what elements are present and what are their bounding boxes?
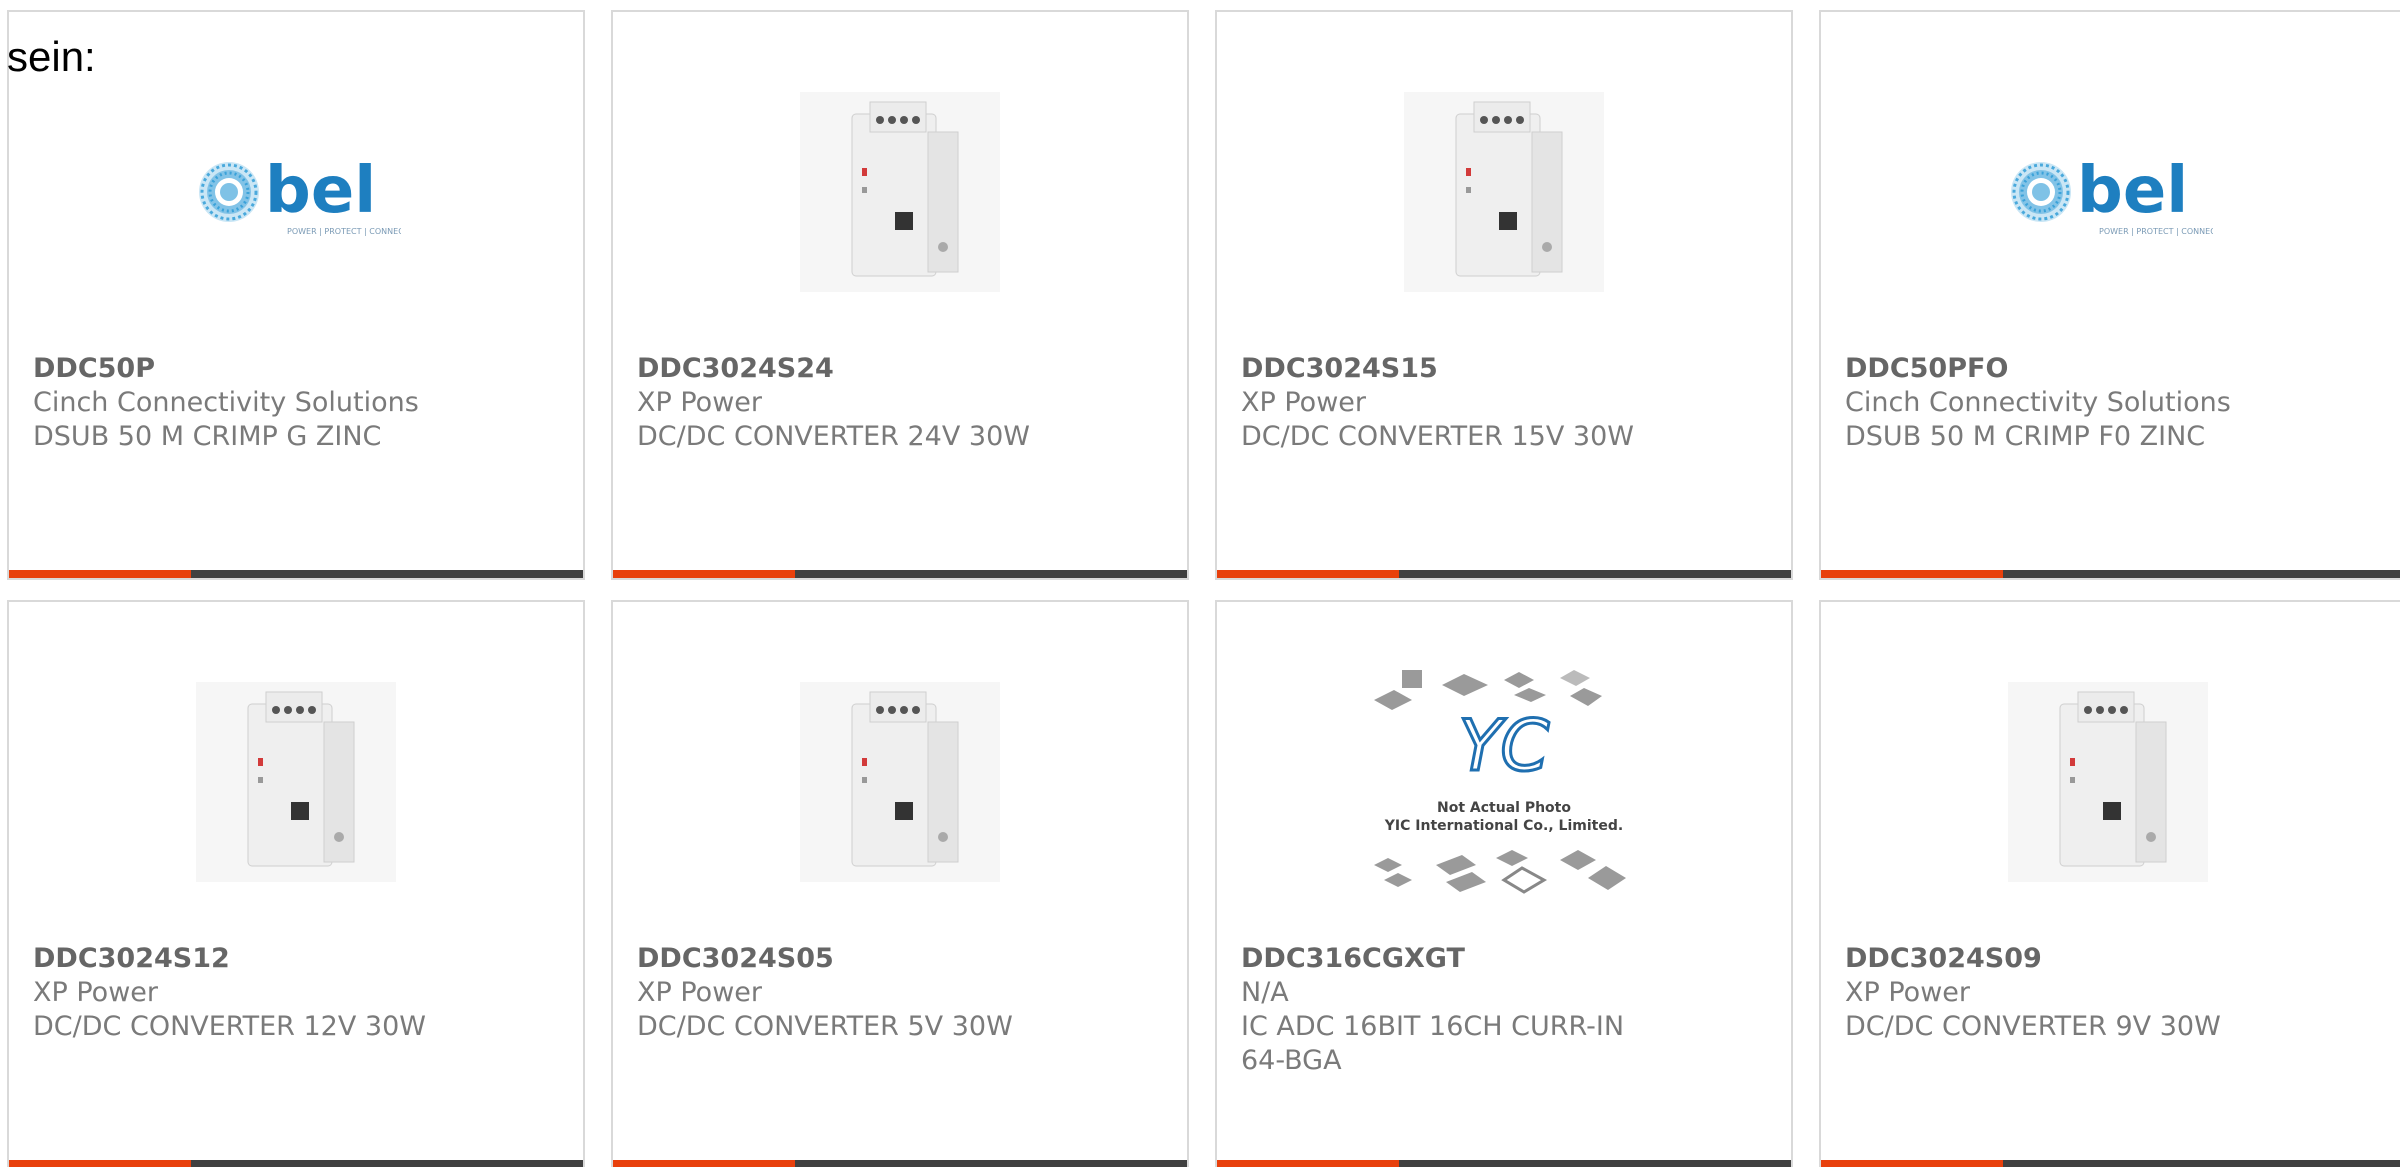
product-image: YC Not Actual Photo YIC International Co…	[1217, 654, 1791, 916]
din-rail-module-icon	[2008, 682, 2208, 882]
product-info: DDC50P Cinch Connectivity Solutions DSUB…	[33, 352, 443, 454]
product-card[interactable]: DDC3024S15 XP Power DC/DC CONVERTER 15V …	[1215, 10, 1793, 580]
product-info: DDC3024S09 XP Power DC/DC CONVERTER 9V 3…	[1845, 942, 2267, 1044]
description: IC ADC 16BIT 16CH CURR-IN 64-BGA	[1241, 1011, 1625, 1076]
din-rail-module-icon	[800, 92, 1000, 292]
description: DC/DC CONVERTER 24V 30W	[637, 421, 1030, 452]
product-card[interactable]: DDC3024S12 XP Power DC/DC CONVERTER 12V …	[7, 600, 585, 1167]
product-card[interactable]: bel POWER | PROTECT | CONNECT DDC50P Cin…	[7, 10, 585, 580]
product-info: DDC3024S05 XP Power DC/DC CONVERTER 5V 3…	[637, 942, 1047, 1044]
card-footer-bar	[1821, 1160, 2400, 1167]
svg-text:YC: YC	[1459, 705, 1550, 787]
product-image	[9, 662, 583, 902]
product-image	[613, 662, 1187, 902]
bel-logo-icon: bel POWER | PROTECT | CONNECT	[199, 154, 401, 236]
card-footer-bar	[9, 570, 583, 578]
description: DC/DC CONVERTER 12V 30W	[33, 1011, 426, 1042]
manufacturer: Cinch Connectivity Solutions	[1845, 387, 2231, 418]
svg-text:bel: bel	[265, 154, 376, 228]
description: DC/DC CONVERTER 9V 30W	[1845, 1011, 2221, 1042]
chip-placeholder-icon: YC Not Actual Photo YIC International Co…	[1374, 670, 1626, 894]
card-footer-bar	[1217, 1160, 1791, 1167]
product-info: DDC3024S12 XP Power DC/DC CONVERTER 12V …	[33, 942, 443, 1044]
part-number[interactable]: DDC3024S15	[1241, 352, 1651, 386]
product-image: bel POWER | PROTECT | CONNECT	[9, 72, 583, 312]
product-card[interactable]: bel POWER | PROTECT | CONNECT DDC50PFO C…	[1819, 10, 2400, 580]
part-number[interactable]: DDC50P	[33, 352, 443, 386]
product-info: DDC3024S15 XP Power DC/DC CONVERTER 15V …	[1241, 352, 1651, 454]
svg-text:bel: bel	[2077, 154, 2188, 228]
product-image	[613, 72, 1187, 312]
product-info: DDC316CGXGT N/A IC ADC 16BIT 16CH CURR-I…	[1241, 942, 1651, 1078]
card-footer-bar	[1217, 570, 1791, 578]
manufacturer: XP Power	[1845, 977, 1970, 1008]
part-number[interactable]: DDC3024S05	[637, 942, 1047, 976]
product-info: DDC50PFO Cinch Connectivity Solutions DS…	[1845, 352, 2267, 454]
manufacturer: XP Power	[637, 387, 762, 418]
part-number[interactable]: DDC316CGXGT	[1241, 942, 1651, 976]
part-number[interactable]: DDC3024S09	[1845, 942, 2267, 976]
card-footer-bar	[1821, 570, 2400, 578]
manufacturer: XP Power	[33, 977, 158, 1008]
manufacturer: N/A	[1241, 977, 1289, 1008]
product-listing-page: sein: bel POWER | PROTECT | CONNECT DDC5…	[0, 0, 2400, 1167]
part-number[interactable]: DDC50PFO	[1845, 352, 2267, 386]
svg-text:POWER | PROTECT | CONNECT: POWER | PROTECT | CONNECT	[287, 227, 401, 236]
din-rail-module-icon	[800, 682, 1000, 882]
product-card[interactable]: DDC3024S09 XP Power DC/DC CONVERTER 9V 3…	[1819, 600, 2400, 1167]
svg-text:YIC International Co., Limited: YIC International Co., Limited.	[1384, 818, 1623, 834]
description: DSUB 50 M CRIMP G ZINC	[33, 421, 382, 452]
svg-text:POWER | PROTECT | CONNECT: POWER | PROTECT | CONNECT	[2099, 227, 2213, 236]
description: DSUB 50 M CRIMP F0 ZINC	[1845, 421, 2206, 452]
manufacturer: XP Power	[1241, 387, 1366, 418]
product-image	[1217, 72, 1791, 312]
product-info: DDC3024S24 XP Power DC/DC CONVERTER 24V …	[637, 352, 1047, 454]
product-card[interactable]: DDC3024S05 XP Power DC/DC CONVERTER 5V 3…	[611, 600, 1189, 1167]
card-footer-bar	[613, 1160, 1187, 1167]
intro-text: sein:	[7, 33, 96, 80]
manufacturer: XP Power	[637, 977, 762, 1008]
product-image	[1821, 662, 2395, 902]
manufacturer: Cinch Connectivity Solutions	[33, 387, 419, 418]
description: DC/DC CONVERTER 5V 30W	[637, 1011, 1013, 1042]
card-footer-bar	[9, 1160, 583, 1167]
product-image: bel POWER | PROTECT | CONNECT	[1821, 72, 2395, 312]
product-card[interactable]: YC Not Actual Photo YIC International Co…	[1215, 600, 1793, 1167]
din-rail-module-icon	[196, 682, 396, 882]
description: DC/DC CONVERTER 15V 30W	[1241, 421, 1634, 452]
part-number[interactable]: DDC3024S24	[637, 352, 1047, 386]
bel-logo-icon: bel POWER | PROTECT | CONNECT	[2011, 154, 2213, 236]
product-card[interactable]: DDC3024S24 XP Power DC/DC CONVERTER 24V …	[611, 10, 1189, 580]
din-rail-module-icon	[1404, 92, 1604, 292]
part-number[interactable]: DDC3024S12	[33, 942, 443, 976]
card-footer-bar	[613, 570, 1187, 578]
svg-text:Not Actual Photo: Not Actual Photo	[1437, 800, 1571, 816]
